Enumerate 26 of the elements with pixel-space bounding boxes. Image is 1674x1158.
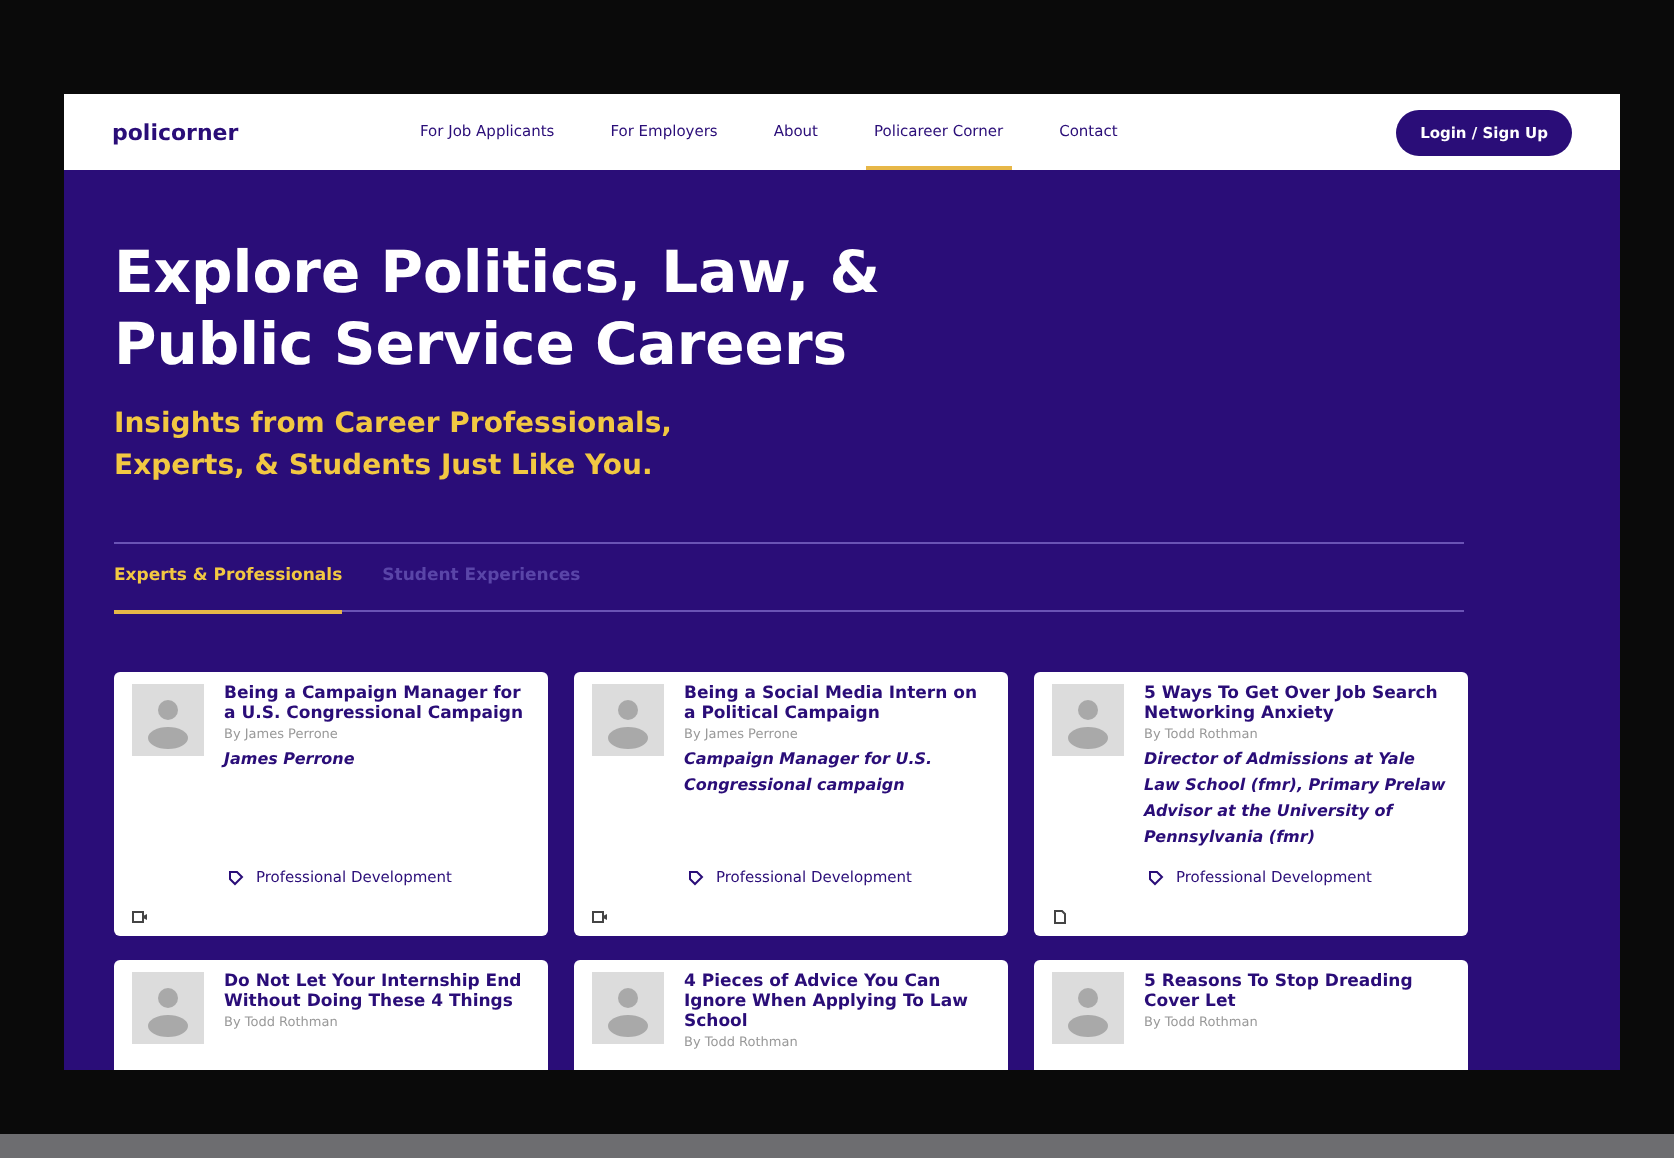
tag-icon xyxy=(688,869,704,885)
author-role: Campaign Manager for U.S. Congressional campaign xyxy=(684,748,935,798)
avatar-placeholder-icon xyxy=(1052,684,1124,756)
article-card[interactable] xyxy=(1034,672,1468,936)
tag-icon xyxy=(228,869,244,885)
article-title[interactable]: 5 Ways To Get Over Job Search Networking Anxiety xyxy=(1144,684,1450,724)
avatar-placeholder-icon xyxy=(132,684,204,756)
tab[interactable]: Experts & Professionals xyxy=(114,544,343,613)
article-title[interactable]: Being a Campaign Manager for a U.S. Congressional Campaign xyxy=(224,684,530,724)
author-role: Director of Admissions at Yale Law School (fmr), Primary Prelaw Advisor at the University of Pennsylvania (fmr) xyxy=(1144,748,1448,850)
avatar-placeholder-icon xyxy=(132,972,204,1044)
hero-subtitle: Insights from Career Professionals, Experts, & Students Just Like You. xyxy=(114,406,674,486)
logo[interactable]: policorner xyxy=(112,119,239,145)
tag-icon xyxy=(1148,869,1164,885)
author-role: James Perrone xyxy=(224,748,357,772)
article-title[interactable]: Being a Social Media Intern on a Political Campaign xyxy=(684,684,990,724)
document-icon xyxy=(1052,910,1068,924)
video-icon xyxy=(592,910,608,924)
avatar-placeholder-icon xyxy=(592,972,664,1044)
video-icon xyxy=(132,910,148,924)
hero-title: Explore Politics, Law, & Public Service Careers xyxy=(114,236,883,380)
article-title[interactable]: 4 Pieces of Advice You Can Ignore When Applying To Law School xyxy=(684,972,990,1032)
article-title[interactable]: Do Not Let Your Internship End Without Doing These 4 Things xyxy=(224,972,530,1012)
article-title[interactable]: 5 Reasons To Stop Dreading Cover Let xyxy=(1144,972,1450,1012)
avatar-placeholder-icon xyxy=(1052,972,1124,1044)
avatar-placeholder-icon xyxy=(592,684,664,756)
